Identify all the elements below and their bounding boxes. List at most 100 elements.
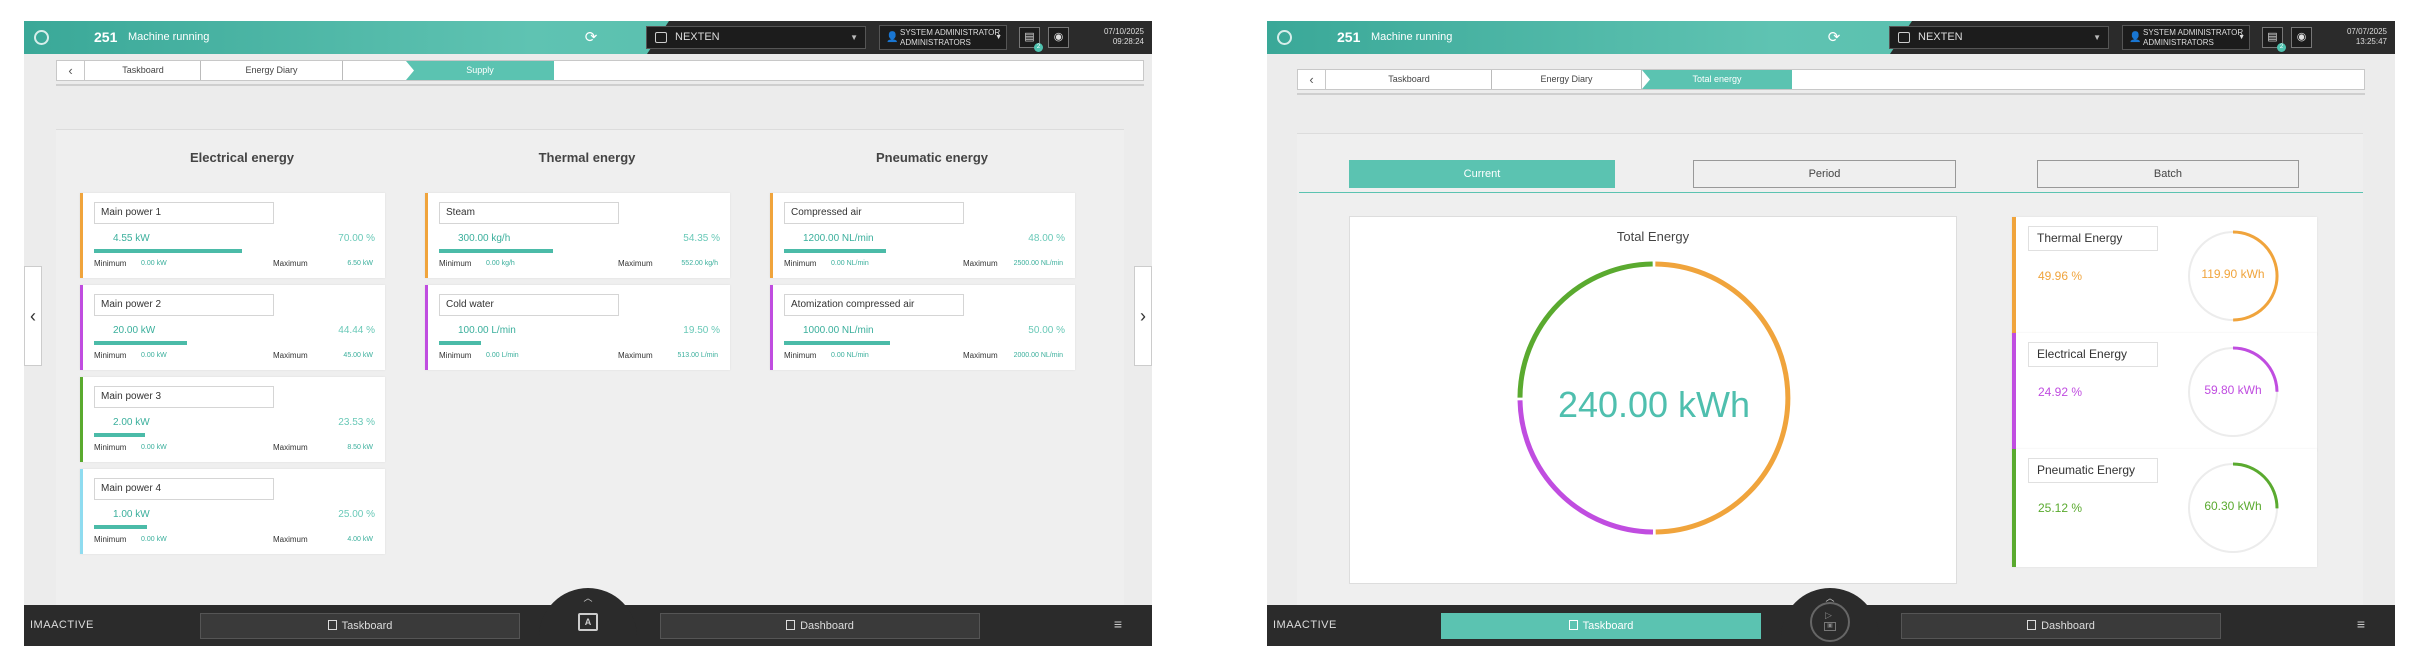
previous-page-button[interactable]: ‹ xyxy=(24,266,42,366)
menu-icon[interactable]: ≡ xyxy=(2357,616,2365,632)
play-icon: ▷ xyxy=(1825,610,1832,620)
breadcrumb-taskboard[interactable]: Taskboard xyxy=(1327,70,1492,89)
minimum-value: 0.00 NL/min xyxy=(831,352,869,359)
meter-name: Atomization compressed air xyxy=(784,294,964,316)
maximum-value: 45.00 kW xyxy=(343,352,373,359)
breadcrumb: ‹ Taskboard Energy Diary Supply xyxy=(56,60,1144,81)
breadcrumb-energy-diary[interactable]: Energy Diary xyxy=(201,61,343,80)
meter-percent: 23.53 % xyxy=(338,417,375,428)
toolbar-divider xyxy=(1297,93,2365,95)
meter-name: Main power 2 xyxy=(94,294,274,316)
total-energy-title: Total Energy xyxy=(1616,229,1690,244)
breadcrumb-total-energy[interactable]: Total energy xyxy=(1642,70,1792,89)
meter-progress-bar xyxy=(439,341,481,345)
meter-card[interactable]: Main power 3 2.00 kW 23.53 % Minimum 0.00 kW… xyxy=(80,377,385,462)
energy-card-value: 59.80 kWh xyxy=(2204,383,2262,397)
meter-card[interactable]: Compressed air 1200.00 NL/min 48.00 % Minim… xyxy=(770,193,1075,278)
dashboard-icon xyxy=(786,620,796,630)
dashboard-icon xyxy=(2027,620,2037,630)
notification-badge: 2 xyxy=(1034,43,1043,52)
dashboard-button[interactable]: Dashboard xyxy=(660,613,980,639)
meter-percent: 44.44 % xyxy=(338,325,375,336)
camera-icon[interactable]: ◉ xyxy=(1048,27,1069,48)
hub-button[interactable]: ︿ ▷ ▣ xyxy=(1781,588,1879,646)
brand-logo: IMAACTIVE xyxy=(30,619,94,631)
hub-button[interactable]: ︿ A xyxy=(539,588,637,646)
energy-card-name: Electrical Energy xyxy=(2028,342,2158,367)
user-menu[interactable]: 👤 SYSTEM ADMINISTRATOR ADMINISTRATORS ▼ xyxy=(2122,25,2250,50)
minimum-label: Minimum xyxy=(94,535,127,544)
next-page-button[interactable]: › xyxy=(1134,266,1152,366)
meter-percent: 19.50 % xyxy=(683,325,720,336)
tabs-underline xyxy=(1299,192,2363,193)
back-button[interactable]: ‹ xyxy=(1298,70,1326,89)
machine-status-text: Machine running xyxy=(1371,31,1453,43)
date: 07/07/2025 xyxy=(2346,27,2387,36)
maximum-label: Maximum xyxy=(963,351,998,360)
meter-card[interactable]: Steam 300.00 kg/h 54.35 % Minimum 0.00 kg/h M… xyxy=(425,193,730,278)
breadcrumb-energy-diary[interactable]: Energy Diary xyxy=(1492,70,1642,89)
meter-card[interactable]: Atomization compressed air 1000.00 NL/min… xyxy=(770,285,1075,370)
machine-status-icon[interactable] xyxy=(1277,30,1292,45)
meter-card[interactable]: Main power 1 4.55 kW 70.00 % Minimum 0.00 kW… xyxy=(80,193,385,278)
taskboard-button[interactable]: Taskboard xyxy=(1441,613,1761,639)
maximum-value: 8.50 kW xyxy=(347,444,373,451)
meter-progress-bar xyxy=(94,341,187,345)
camera-icon[interactable]: ◉ xyxy=(2291,27,2312,48)
brand-logo: IMAACTIVE xyxy=(1273,619,1337,631)
meter-card[interactable]: Cold water 100.00 L/min 19.50 % Minimum 0.00… xyxy=(425,285,730,370)
breadcrumb-supply[interactable]: Supply xyxy=(406,61,554,80)
meter-progress-bar xyxy=(439,249,553,253)
meter-progress-bar xyxy=(784,249,886,253)
taskboard-button[interactable]: Taskboard xyxy=(200,613,520,639)
tab-period[interactable]: Period xyxy=(1693,160,1956,188)
minimum-label: Minimum xyxy=(784,259,817,268)
minimum-value: 0.00 kW xyxy=(141,352,167,359)
meter-name: Compressed air xyxy=(784,202,964,224)
energy-card-thermal[interactable]: Thermal Energy 49.96 % 119.90 kWh xyxy=(2012,217,2317,335)
user-group: ADMINISTRATORS xyxy=(900,38,971,47)
tab-current[interactable]: Current xyxy=(1349,160,1615,188)
sync-icon[interactable]: ⟳ xyxy=(1824,28,1844,48)
tab-batch[interactable]: Batch xyxy=(2037,160,2299,188)
assistant-icon: A xyxy=(578,613,598,631)
energy-card-name: Thermal Energy xyxy=(2028,226,2158,251)
line-select[interactable]: NEXTEN ▼ xyxy=(646,26,866,49)
energy-card-electrical[interactable]: Electrical Energy 24.92 % 59.80 kWh xyxy=(2012,333,2317,451)
chevron-down-icon: ▼ xyxy=(2238,34,2245,41)
column-title-pneumatic: Pneumatic energy xyxy=(876,150,988,165)
meter-card[interactable]: Main power 4 1.00 kW 25.00 % Minimum 0.00 kW… xyxy=(80,469,385,554)
meter-value: 300.00 kg/h xyxy=(458,233,511,244)
user-menu[interactable]: 👤 SYSTEM ADMINISTRATOR ADMINISTRATORS ▼ xyxy=(879,25,1007,50)
time: 09:28:24 xyxy=(1112,37,1144,46)
minimum-value: 0.00 kW xyxy=(141,536,167,543)
meter-name: Cold water xyxy=(439,294,619,316)
server-icon xyxy=(655,32,667,43)
taskboard-icon xyxy=(327,620,337,630)
energy-card-pneumatic[interactable]: Pneumatic Energy 25.12 % 60.30 kWh xyxy=(2012,449,2317,567)
meter-value: 1000.00 NL/min xyxy=(803,325,874,336)
machine-number: 251 xyxy=(1337,29,1361,45)
line-select-value: NEXTEN xyxy=(675,31,720,43)
maximum-label: Maximum xyxy=(273,259,308,268)
column-title-electrical: Electrical energy xyxy=(189,150,295,165)
meter-percent: 70.00 % xyxy=(338,233,375,244)
meter-value: 2.00 kW xyxy=(113,417,150,428)
meter-percent: 48.00 % xyxy=(1028,233,1065,244)
meter-progress-bar xyxy=(94,525,147,529)
machine-status-icon[interactable] xyxy=(34,30,49,45)
maximum-value: 2500.00 NL/min xyxy=(1013,260,1063,267)
line-select[interactable]: NEXTEN ▼ xyxy=(1889,26,2109,49)
meter-card[interactable]: Main power 2 20.00 kW 44.44 % Minimum 0.00 k… xyxy=(80,285,385,370)
back-button[interactable]: ‹ xyxy=(57,61,85,80)
minimum-label: Minimum xyxy=(439,259,472,268)
meter-value: 4.55 kW xyxy=(113,233,150,244)
dashboard-button[interactable]: Dashboard xyxy=(1901,613,2221,639)
energy-card-percent: 24.92 % xyxy=(2038,385,2083,399)
meter-name: Main power 4 xyxy=(94,478,274,500)
menu-icon[interactable]: ≡ xyxy=(1114,616,1122,632)
user-name: SYSTEM ADMINISTRATOR xyxy=(2143,28,2244,37)
meter-value: 1.00 kW xyxy=(113,509,150,520)
breadcrumb-taskboard[interactable]: Taskboard xyxy=(86,61,201,80)
sync-icon[interactable]: ⟳ xyxy=(581,28,601,48)
